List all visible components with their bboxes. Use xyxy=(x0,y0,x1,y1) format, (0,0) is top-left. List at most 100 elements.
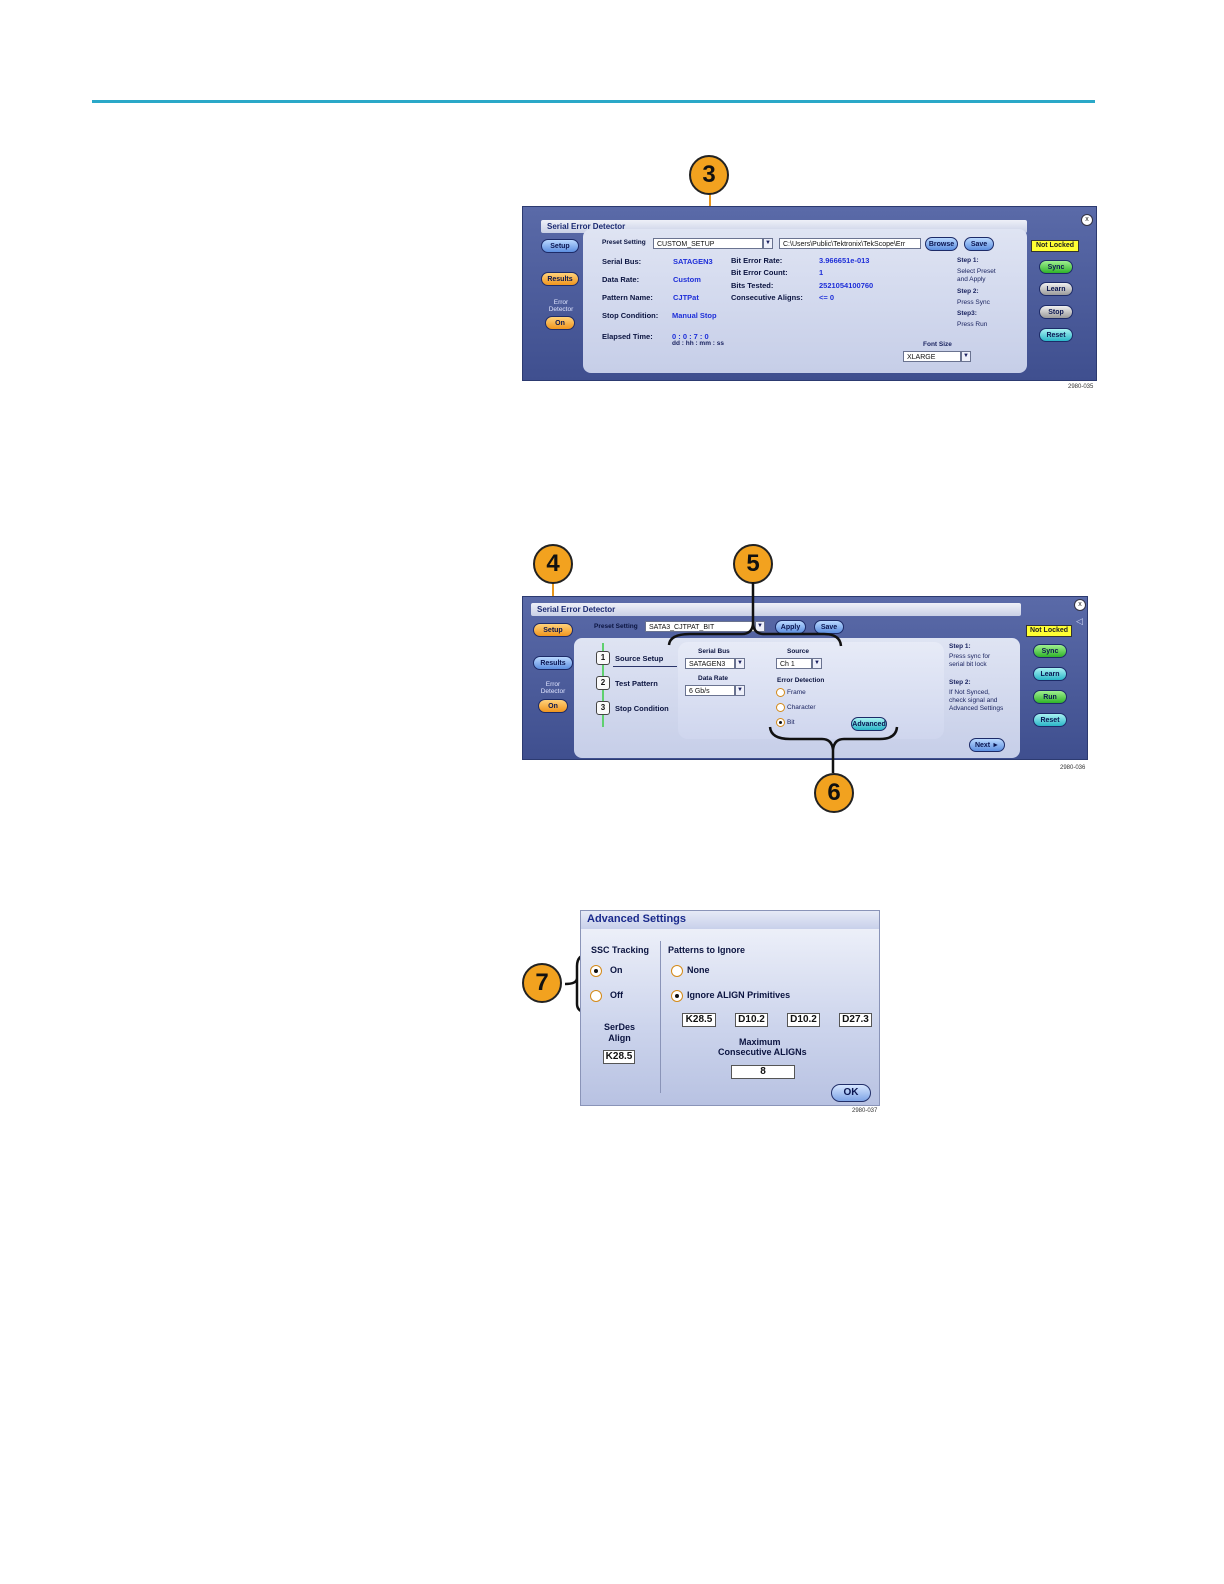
none-label: None xyxy=(687,965,710,975)
ssc-off-radio[interactable] xyxy=(590,990,602,1002)
ssc-on-radio[interactable] xyxy=(590,965,602,977)
close-icon[interactable]: x xyxy=(1074,599,1086,611)
step1-heading: Step 1: xyxy=(949,643,971,650)
serial-bus-select[interactable]: SATAGEN3 xyxy=(685,658,735,669)
learn-button[interactable]: Learn xyxy=(1033,667,1067,681)
error-detector-toggle[interactable]: On xyxy=(538,699,568,713)
figure-number: 2980-035 xyxy=(1068,384,1094,390)
setup-button[interactable]: Setup xyxy=(541,239,579,253)
pattern-name-value: CJTPat xyxy=(673,293,699,302)
callout-6: 6 xyxy=(814,773,854,813)
step1-line1: Press sync for xyxy=(949,653,991,660)
run-button[interactable]: Run xyxy=(1033,690,1067,704)
chevron-down-icon[interactable]: ▼ xyxy=(812,658,822,669)
ok-button[interactable]: OK xyxy=(831,1084,871,1102)
step2-heading: Step 2: xyxy=(957,288,979,295)
align-char-1[interactable]: K28.5 xyxy=(682,1013,716,1027)
sync-button[interactable]: Sync xyxy=(1033,644,1067,658)
bit-error-count-label: Bit Error Count: xyxy=(731,268,788,277)
font-size-select[interactable]: XLARGE xyxy=(903,351,961,362)
chevron-down-icon[interactable]: ▼ xyxy=(735,658,745,669)
character-radio[interactable] xyxy=(776,703,785,712)
callout-7: 7 xyxy=(522,963,562,1003)
data-rate-label: Data Rate xyxy=(698,675,728,682)
align-char-3[interactable]: D10.2 xyxy=(787,1013,820,1027)
callout-3: 3 xyxy=(689,155,729,195)
bit-error-rate-value: 3.966651e-013 xyxy=(819,256,870,265)
stop-button[interactable]: Stop xyxy=(1039,305,1073,319)
bits-tested-label: Bits Tested: xyxy=(731,281,774,290)
column-divider xyxy=(660,941,661,1093)
chevron-down-icon[interactable]: ▼ xyxy=(755,621,765,632)
preset-setting-select[interactable]: SATA3_CJTPAT_BIT xyxy=(645,621,755,632)
max-consecutive-label-1: Maximum xyxy=(739,1037,781,1047)
bit-error-count-value: 1 xyxy=(819,268,824,277)
chevron-down-icon[interactable]: ▼ xyxy=(961,351,971,362)
ssc-tracking-label: SSC Tracking xyxy=(591,945,650,955)
none-radio[interactable] xyxy=(671,965,683,977)
triangle-left-icon[interactable]: ◁ xyxy=(1076,616,1083,627)
align-char-4[interactable]: D27.3 xyxy=(839,1013,872,1027)
sync-button[interactable]: Sync xyxy=(1039,260,1073,274)
align-char-2[interactable]: D10.2 xyxy=(735,1013,768,1027)
elapsed-time-label: Elapsed Time: xyxy=(602,332,653,341)
reset-button[interactable]: Reset xyxy=(1039,328,1073,342)
wizard-step-2[interactable]: 2 xyxy=(596,676,610,690)
serdes-align-label: SerDes Align xyxy=(603,1022,636,1043)
step2-line2: check signal and xyxy=(949,697,998,704)
advanced-button[interactable]: Advanced xyxy=(851,717,887,731)
elapsed-time-units: dd : hh : mm : ss xyxy=(672,340,724,347)
wizard-step-1[interactable]: 1 xyxy=(596,651,610,665)
chevron-down-icon[interactable]: ▼ xyxy=(735,685,745,696)
frame-radio[interactable] xyxy=(776,688,785,697)
step2-line1: If Not Synced, xyxy=(949,689,990,696)
callout-5: 5 xyxy=(733,544,773,584)
results-button[interactable]: Results xyxy=(541,272,579,286)
max-consecutive-input[interactable]: 8 xyxy=(731,1065,795,1079)
error-detector-label: Error Detector xyxy=(540,681,566,695)
close-icon[interactable]: x xyxy=(1081,214,1093,226)
learn-button[interactable]: Learn xyxy=(1039,282,1073,296)
step2-line3: Advanced Settings xyxy=(949,705,1004,712)
file-path-field[interactable]: C:\Users\Public\Tektronix\TekScope\Err xyxy=(779,238,921,249)
wizard-step-2-label[interactable]: Test Pattern xyxy=(615,679,658,688)
serial-error-detector-window-results: Serial Error Detector x Setup Results Er… xyxy=(522,206,1097,381)
wizard-step-3-label[interactable]: Stop Condition xyxy=(615,704,669,713)
reset-button[interactable]: Reset xyxy=(1033,713,1067,727)
frame-label: Frame xyxy=(787,689,806,696)
serdes-align-value[interactable]: K28.5 xyxy=(603,1050,635,1064)
preset-setting-select[interactable]: CUSTOM_SETUP xyxy=(653,238,763,249)
source-select[interactable]: Ch 1 xyxy=(776,658,812,669)
preset-setting-label: Preset Setting xyxy=(602,239,646,246)
wizard-step-1-label[interactable]: Source Setup xyxy=(615,654,663,663)
callout-4: 4 xyxy=(533,544,573,584)
serial-bus-value: SATAGEN3 xyxy=(673,257,713,266)
pattern-name-label: Pattern Name: xyxy=(602,293,653,302)
apply-button[interactable]: Apply xyxy=(775,620,806,634)
bit-radio[interactable] xyxy=(776,718,785,727)
browse-button[interactable]: Browse xyxy=(925,237,958,251)
stop-condition-value: Manual Stop xyxy=(672,311,717,320)
results-button[interactable]: Results xyxy=(533,656,573,670)
max-consecutive-label-2: Consecutive ALIGNs xyxy=(718,1047,807,1057)
advanced-settings-dialog: Advanced Settings SSC Tracking On Off Se… xyxy=(580,910,880,1106)
wizard-step-1-underline xyxy=(613,666,677,667)
preset-setting-label: Preset Setting xyxy=(594,623,638,630)
error-detector-toggle[interactable]: On xyxy=(545,316,575,330)
ignore-align-radio[interactable] xyxy=(671,990,683,1002)
bits-tested-value: 2521054100760 xyxy=(819,281,874,290)
save-button[interactable]: Save xyxy=(814,620,844,634)
data-rate-select[interactable]: 6 Gb/s xyxy=(685,685,735,696)
step2-heading: Step 2: xyxy=(949,679,971,686)
setup-button[interactable]: Setup xyxy=(533,623,573,637)
consecutive-aligns-value: <= 0 xyxy=(819,293,835,302)
data-rate-value: Custom xyxy=(673,275,701,284)
next-button[interactable]: Next ► xyxy=(969,738,1005,752)
patterns-to-ignore-label: Patterns to Ignore xyxy=(668,945,746,955)
wizard-step-3[interactable]: 3 xyxy=(596,701,610,715)
dialog-title: Advanced Settings xyxy=(581,911,879,929)
font-size-label: Font Size xyxy=(923,341,952,348)
save-button[interactable]: Save xyxy=(964,237,994,251)
chevron-down-icon[interactable]: ▼ xyxy=(763,238,773,249)
serial-bus-label: Serial Bus: xyxy=(602,257,642,266)
